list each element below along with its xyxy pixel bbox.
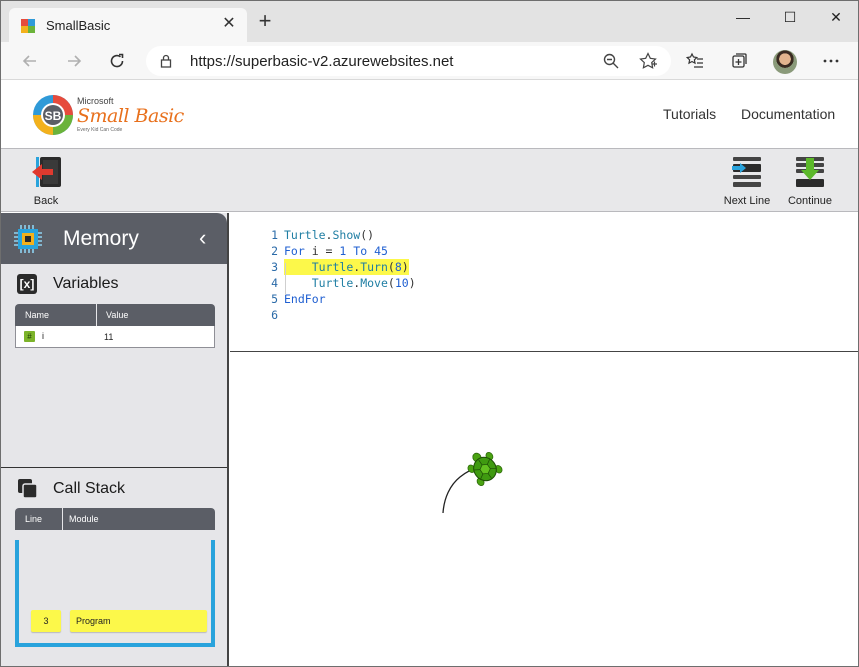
memory-title: Memory	[63, 227, 139, 250]
call-stack-header: Line Module	[15, 508, 215, 530]
variables-icon: [x]	[17, 274, 37, 294]
line-number: 3	[271, 260, 278, 274]
code-text: Turtle.Move(10)	[311, 276, 416, 290]
url-text: https://superbasic-v2.azurewebsites.net	[190, 53, 454, 70]
new-tab-icon[interactable]: +	[255, 10, 275, 32]
code-line[interactable]: 2 For i = 1 To 45	[230, 243, 858, 259]
logo-tagline: Every Kid Can Code	[77, 127, 123, 133]
memory-chip-icon	[14, 225, 42, 253]
variable-value: 11	[104, 332, 114, 342]
turtle-canvas[interactable]	[230, 353, 858, 666]
indent-guide	[285, 263, 286, 295]
code-line[interactable]: 6	[230, 307, 858, 323]
debug-toolbar: Back Next Line Continue	[1, 148, 858, 212]
variables-title: Variables	[53, 275, 119, 292]
memory-panel: Memory ‹ [x] Variables Name Value # i 11…	[1, 213, 229, 666]
line-number: 2	[271, 244, 278, 258]
call-stack-title: Call Stack	[53, 480, 126, 497]
code-line[interactable]: 5 EndFor	[230, 291, 858, 307]
favorite-star-icon[interactable]	[638, 51, 658, 71]
back-arrow-icon[interactable]	[20, 51, 40, 71]
close-window-icon[interactable]: ✕	[821, 7, 851, 27]
code-line[interactable]: 1 Turtle.Show()	[230, 227, 858, 243]
smallbasic-logo-icon[interactable]: SB	[32, 94, 74, 136]
back-label: Back	[33, 195, 59, 207]
column-module: Module	[69, 514, 99, 524]
turtle-drawing	[442, 451, 503, 514]
tab-title: SmallBasic	[46, 18, 111, 33]
collections-icon[interactable]	[729, 51, 749, 71]
call-stack-table: Line Module	[15, 508, 215, 530]
call-stack-well: 3 Program	[15, 540, 215, 647]
panel-divider	[1, 467, 227, 468]
minimize-icon[interactable]: —	[728, 7, 758, 27]
next-line-label: Next Line	[723, 195, 771, 207]
code-line[interactable]: 3 Turtle.Turn(8)	[230, 259, 858, 275]
zoom-icon[interactable]	[601, 51, 621, 71]
tab-smallbasic[interactable]: SmallBasic ✕	[9, 8, 247, 42]
smallbasic-favicon-icon	[21, 19, 35, 33]
close-tab-icon[interactable]: ✕	[221, 16, 237, 32]
lock-icon	[160, 54, 172, 68]
variables-table-header: Name Value	[15, 304, 215, 326]
column-line: Line	[25, 514, 43, 524]
turtle-icon	[467, 451, 503, 487]
profile-avatar[interactable]	[773, 50, 797, 74]
column-value: Value	[106, 310, 129, 320]
back-exit-icon	[32, 157, 61, 187]
line-number: 4	[271, 276, 278, 290]
browser-window: SmallBasic ✕ + — ☐ ✕ https://superbasic-…	[0, 0, 859, 667]
turtle-trail	[442, 466, 481, 514]
current-line-highlight: Turtle.Turn(8)	[284, 259, 409, 275]
collapse-chevron-icon[interactable]: ‹	[199, 225, 206, 251]
code-line[interactable]: 4 Turtle.Move(10)	[230, 275, 858, 291]
browser-toolbar: https://superbasic-v2.azurewebsites.net	[1, 42, 858, 80]
table-row[interactable]: # i 11	[15, 326, 215, 348]
number-type-icon: #	[24, 331, 35, 342]
favorites-list-icon[interactable]	[685, 51, 705, 71]
call-stack-icon	[18, 479, 38, 499]
forward-arrow-icon[interactable]	[64, 51, 84, 71]
column-name: Name	[25, 310, 50, 320]
nav-tutorials[interactable]: Tutorials	[663, 106, 716, 122]
nav-documentation[interactable]: Documentation	[741, 106, 835, 122]
line-number: 1	[271, 228, 278, 242]
svg-text:SB: SB	[45, 109, 62, 123]
line-number: 6	[271, 308, 278, 322]
continue-label: Continue	[787, 195, 833, 207]
memory-header: Memory ‹	[1, 213, 227, 264]
site-header: SB Microsoft Small Basic Every Kid Can C…	[1, 81, 858, 148]
next-line-icon	[732, 157, 761, 187]
maximize-icon[interactable]: ☐	[775, 7, 805, 27]
code-editor[interactable]: 1 Turtle.Show() 2 For i = 1 To 45 3 Turtle.T…	[230, 213, 858, 352]
line-number: 5	[271, 292, 278, 306]
code-text: EndFor	[284, 292, 326, 306]
code-text: Turtle.Show()	[284, 228, 375, 242]
refresh-icon[interactable]	[107, 51, 127, 71]
address-bar[interactable]: https://superbasic-v2.azurewebsites.net	[146, 46, 671, 76]
variables-table: Name Value # i 11	[15, 304, 215, 348]
logo-product: Small Basic	[77, 105, 184, 127]
more-options-icon[interactable]	[821, 51, 841, 71]
code-text: For i = 1 To 45	[284, 244, 388, 258]
continue-icon	[796, 157, 824, 187]
next-line-button[interactable]: Next Line	[721, 156, 773, 207]
variable-name: i	[42, 331, 44, 341]
stack-frame-module[interactable]: Program	[70, 610, 207, 632]
back-button[interactable]: Back	[23, 156, 69, 207]
stack-frame-line[interactable]: 3	[31, 610, 61, 632]
tab-strip: SmallBasic ✕ + — ☐ ✕	[1, 1, 858, 42]
continue-button[interactable]: Continue	[785, 156, 835, 207]
